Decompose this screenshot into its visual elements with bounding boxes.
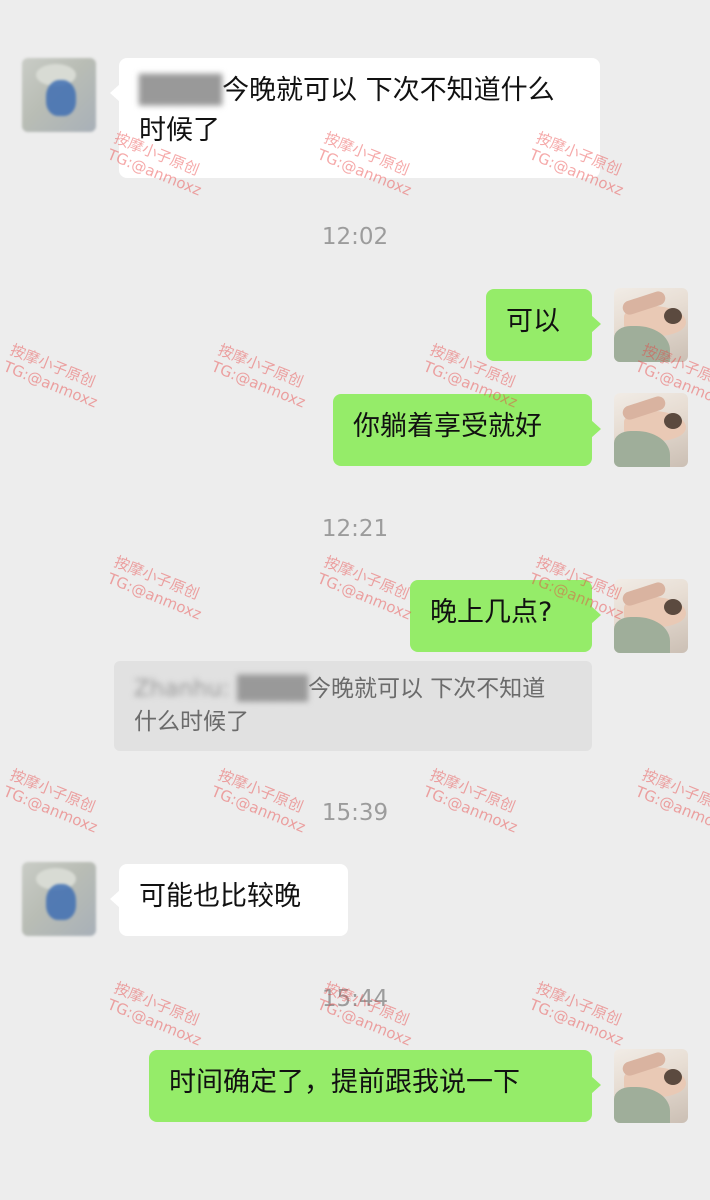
message-bubble-incoming[interactable]: 可能也比较晚 <box>110 864 348 936</box>
message-bubble-outgoing[interactable]: 你躺着享受就好 <box>333 394 601 466</box>
message-bubble-incoming[interactable]: ████今晚就可以 下次不知道什么 时候了 <box>110 58 600 178</box>
message-text: 晚上几点? <box>430 597 553 628</box>
message-bubble-outgoing[interactable]: 晚上几点? <box>410 580 601 652</box>
message-text: 你躺着享受就好 <box>353 411 542 442</box>
peer-avatar[interactable] <box>22 58 96 132</box>
avatar-image-part <box>664 308 682 324</box>
message-text: 时间确定了，提前跟我说一下 <box>169 1067 520 1098</box>
self-avatar[interactable] <box>614 1049 688 1123</box>
quoted-message[interactable]: Zhanhu: ████今晚就可以 下次不知道 什么时候了 <box>114 661 592 751</box>
avatar-image-part <box>46 80 76 116</box>
avatar-image-part <box>664 599 682 615</box>
watermark-line: TG:@anmoxz <box>104 569 204 624</box>
timestamp: 12:21 <box>321 516 389 542</box>
avatar-image-part <box>46 884 76 920</box>
blurred-name: ████ <box>139 75 223 106</box>
timestamp: 12:02 <box>321 224 389 250</box>
timestamp: 15:44 <box>321 986 389 1012</box>
chat-view: ████今晚就可以 下次不知道什么 时候了 12:02 可以 你躺着享受就好 1… <box>0 0 710 1200</box>
self-avatar[interactable] <box>614 393 688 467</box>
watermark-line: 按摩小子原创 <box>7 340 98 392</box>
watermark-line: TG:@anmoxz <box>208 357 308 412</box>
message-text: 今晚就可以 下次不知道什么 <box>222 75 555 106</box>
watermark: 按摩小子原创 TG:@anmoxz <box>105 553 211 624</box>
watermark-line: TG:@anmoxz <box>0 357 100 412</box>
watermark: 按摩小子原创 TG:@anmoxz <box>1 341 107 412</box>
watermark-line: TG:@anmoxz <box>314 569 414 624</box>
watermark-line: 按摩小子原创 <box>321 552 412 604</box>
watermark: 按摩小子原创 TG:@anmoxz <box>315 553 421 624</box>
watermark-line: 按摩小子原创 <box>215 340 306 392</box>
message-text: 时候了 <box>139 115 220 146</box>
self-avatar[interactable] <box>614 288 688 362</box>
message-text: 可以 <box>506 306 560 337</box>
blurred-name: Zhanhu: ████ <box>134 676 308 702</box>
peer-avatar[interactable] <box>22 862 96 936</box>
message-text: 可能也比较晚 <box>139 881 301 912</box>
watermark: 按摩小子原创 TG:@anmoxz <box>209 341 315 412</box>
avatar-image-part <box>664 1069 682 1085</box>
timestamp: 15:39 <box>321 800 389 826</box>
watermark-line: 按摩小子原创 <box>111 552 202 604</box>
avatar-image-part <box>664 413 682 429</box>
message-bubble-outgoing[interactable]: 时间确定了，提前跟我说一下 <box>149 1050 601 1122</box>
quote-text: 今晚就可以 下次不知道 <box>307 676 546 702</box>
self-avatar[interactable] <box>614 579 688 653</box>
message-bubble-outgoing[interactable]: 可以 <box>486 289 601 361</box>
quote-text: 什么时候了 <box>134 709 249 735</box>
